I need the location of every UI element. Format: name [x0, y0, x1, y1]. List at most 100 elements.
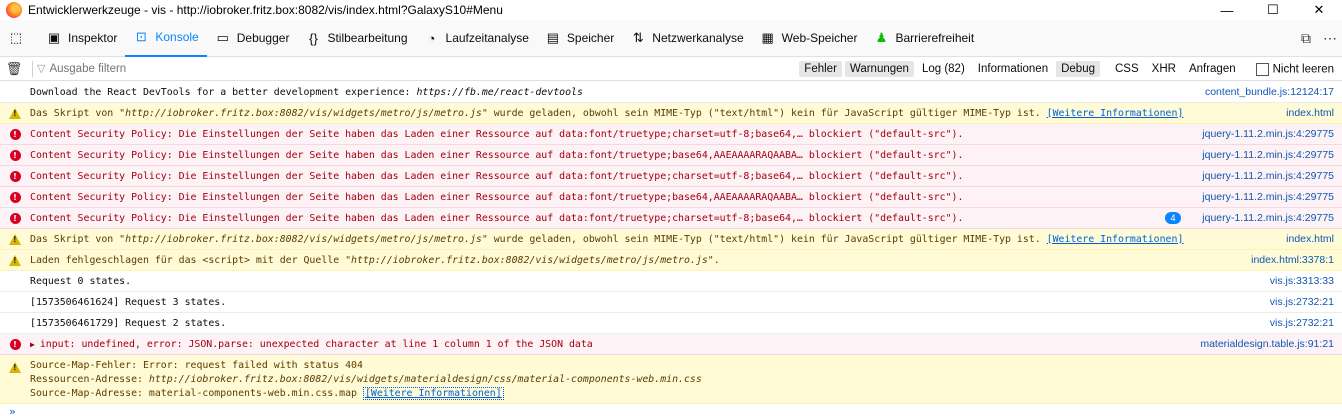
toolbar-right: ⧉ ⋯: [1294, 20, 1342, 57]
memory-icon: ▤: [546, 30, 560, 45]
message-text: Download the React DevTools for a better…: [30, 86, 583, 98]
message-source-link[interactable]: vis.js:2732:21: [1270, 313, 1334, 333]
console-message: ! Content Security Policy: Die Einstellu…: [0, 145, 1342, 166]
message-source-link[interactable]: jquery-1.11.2.min.js:4:29775: [1202, 187, 1334, 207]
filter-errors[interactable]: Fehler: [799, 61, 842, 77]
error-icon: !: [9, 191, 21, 203]
more-options-icon[interactable]: ⋯: [1318, 30, 1342, 47]
console-message: ! Content Security Policy: Die Einstellu…: [0, 187, 1342, 208]
message-text: Source-Map-Fehler: Error: request failed…: [30, 359, 1342, 401]
tab-network[interactable]: ⇅ Netzwerkanalyse: [622, 20, 751, 57]
console-filterbar: 🗑 ▽ Fehler Warnungen Log (82) Informatio…: [0, 57, 1342, 81]
message-text: Laden fehlgeschlagen für das <script> mi…: [30, 254, 720, 266]
console-message: Laden fehlgeschlagen für das <script> mi…: [0, 250, 1342, 271]
warning-icon: [9, 254, 21, 266]
message-source-link[interactable]: jquery-1.11.2.min.js:4:29775: [1202, 145, 1334, 165]
console-message: Request 0 states. vis.js:3313:33: [0, 271, 1342, 292]
learn-more-link[interactable]: [Weitere Informationen]: [1047, 234, 1184, 245]
filter-input[interactable]: [49, 62, 250, 75]
window-titlebar: Entwicklerwerkzeuge - vis - http://iobro…: [0, 0, 1342, 20]
tab-console[interactable]: ⊡ Konsole: [125, 20, 207, 57]
message-source-link[interactable]: index.html:3378:1: [1251, 250, 1334, 270]
source-map-url-line: Source-Map-Adresse: material-components-…: [30, 387, 504, 400]
filter-xhr[interactable]: XHR: [1147, 61, 1181, 77]
persist-checkbox[interactable]: [1255, 62, 1269, 76]
repeat-count-badge: 4: [1165, 212, 1181, 224]
console-output: Download the React DevTools for a better…: [0, 82, 1342, 404]
warning-icon: [9, 107, 21, 119]
error-icon: !: [9, 338, 21, 350]
message-text: Request 0 states.: [30, 275, 132, 287]
message-source-link[interactable]: vis.js:3313:33: [1270, 271, 1334, 291]
error-icon: !: [9, 149, 21, 161]
element-picker-icon: ⬚: [9, 30, 23, 45]
message-text: [1573506461729] Request 2 states.: [30, 317, 227, 329]
tab-label: Stilbearbeitung: [327, 31, 408, 45]
console-input-prompt[interactable]: »: [9, 405, 16, 416]
tab-debugger[interactable]: ▭ Debugger: [207, 20, 298, 57]
window-controls: — ☐ ✕: [1204, 0, 1342, 20]
element-picker-button[interactable]: ⬚: [0, 20, 38, 57]
tab-inspector[interactable]: ▣ Inspektor: [38, 20, 125, 57]
warning-icon: [9, 361, 21, 373]
tab-label: Barrierefreiheit: [895, 31, 975, 45]
tab-style-editor[interactable]: {} Stilbearbeitung: [297, 20, 415, 57]
divider: [32, 60, 33, 77]
message-text: Content Security Policy: Die Einstellung…: [30, 212, 964, 224]
message-text: Das Skript von "http://iobroker.fritz.bo…: [30, 107, 1184, 119]
persist-label: Nicht leeren: [1272, 63, 1334, 76]
filter-icon: ▽: [37, 63, 46, 75]
tab-memory[interactable]: ▤ Speicher: [537, 20, 622, 57]
filter-logs[interactable]: Log (82): [917, 61, 970, 77]
tab-label: Web-Speicher: [781, 31, 858, 45]
maximize-button[interactable]: ☐: [1250, 0, 1296, 20]
learn-more-link[interactable]: [Weitere Informationen]: [1047, 108, 1184, 119]
error-icon: !: [9, 212, 21, 224]
tab-label: Netzwerkanalyse: [652, 31, 744, 45]
message-source-link[interactable]: jquery-1.11.2.min.js:4:29775: [1202, 166, 1334, 186]
message-source-link[interactable]: jquery-1.11.2.min.js:4:29775: [1202, 124, 1334, 144]
window-title: Entwicklerwerkzeuge - vis - http://iobro…: [28, 3, 503, 17]
clear-console-icon[interactable]: 🗑: [0, 61, 28, 77]
console-icon: ⊡: [135, 29, 147, 44]
storage-icon: ▦: [761, 30, 774, 45]
console-message: ! Content Security Policy: Die Einstellu…: [0, 166, 1342, 187]
minimize-button[interactable]: —: [1204, 0, 1250, 20]
console-message: ! Content Security Policy: Die Einstellu…: [0, 124, 1342, 145]
expand-arrow-icon[interactable]: ▶: [30, 340, 35, 349]
filter-requests[interactable]: Anfragen: [1184, 61, 1241, 77]
message-text: [1573506461624] Request 3 states.: [30, 296, 227, 308]
persist-logs-toggle[interactable]: Nicht leeren: [1251, 61, 1339, 78]
tab-label: Laufzeitanalyse: [445, 31, 529, 45]
console-message: ! Content Security Policy: Die Einstellu…: [0, 208, 1342, 229]
tab-label: Debugger: [236, 31, 290, 45]
inspector-icon: ▣: [47, 30, 61, 45]
console-message: Das Skript von "http://iobroker.fritz.bo…: [0, 103, 1342, 124]
message-source-link[interactable]: materialdesign.table.js:91:21: [1200, 334, 1334, 354]
message-source-link[interactable]: index.html: [1286, 103, 1334, 123]
filter-debug[interactable]: Debug: [1056, 61, 1100, 77]
source-map-error-line: Source-Map-Fehler: Error: request failed…: [30, 360, 363, 371]
dock-icon[interactable]: ⧉: [1294, 30, 1318, 47]
console-message: [1573506461729] Request 2 states. vis.js…: [0, 313, 1342, 334]
tab-performance[interactable]: ◔ Laufzeitanalyse: [416, 20, 537, 57]
filter-warnings[interactable]: Warnungen: [844, 61, 914, 77]
message-source-link[interactable]: content_bundle.js:12124:17: [1205, 82, 1334, 102]
message-source-link[interactable]: jquery-1.11.2.min.js:4:29775: [1202, 208, 1334, 228]
console-message: Source-Map-Fehler: Error: request failed…: [0, 355, 1342, 404]
message-text: Content Security Policy: Die Einstellung…: [30, 149, 964, 161]
firefox-logo-icon: [6, 2, 22, 18]
message-source-link[interactable]: vis.js:2732:21: [1270, 292, 1334, 312]
accessibility-icon: ♟: [875, 30, 888, 45]
style-editor-icon: {}: [309, 30, 318, 46]
tab-accessibility[interactable]: ♟ Barrierefreiheit: [865, 20, 982, 57]
resource-url-line: Ressourcen-Adresse: http://iobroker.frit…: [30, 374, 702, 385]
learn-more-link[interactable]: [Weitere Informationen]: [362, 387, 504, 400]
close-button[interactable]: ✕: [1296, 0, 1342, 20]
error-icon: !: [9, 170, 21, 182]
message-source-link[interactable]: index.html: [1286, 229, 1334, 249]
tab-label: Inspektor: [68, 31, 118, 45]
filter-css[interactable]: CSS: [1110, 61, 1144, 77]
filter-info[interactable]: Informationen: [973, 61, 1053, 77]
tab-storage[interactable]: ▦ Web-Speicher: [752, 20, 866, 57]
